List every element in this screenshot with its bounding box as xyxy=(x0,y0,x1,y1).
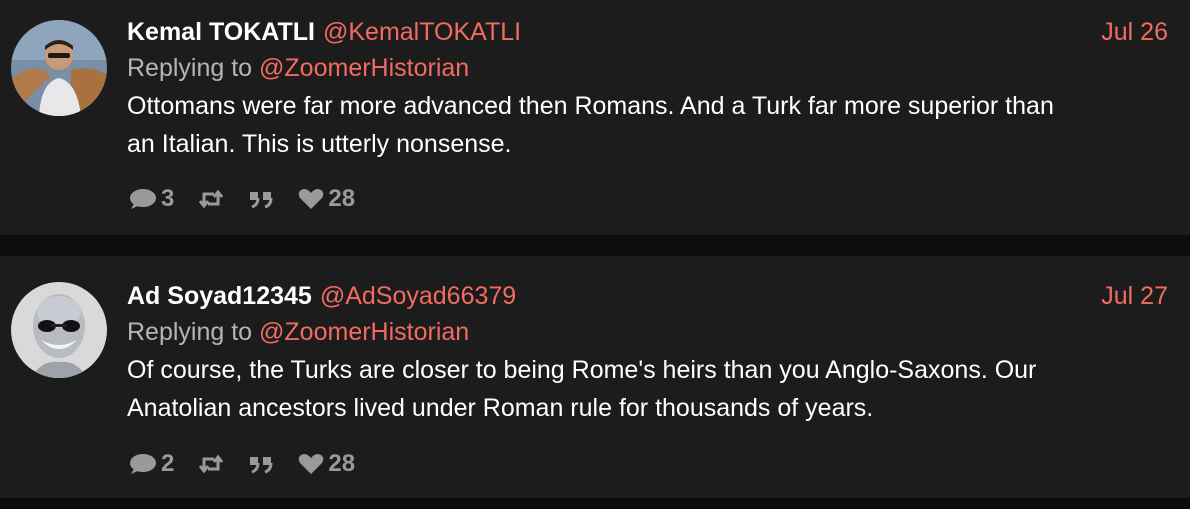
like-button[interactable]: 28 xyxy=(298,450,355,478)
quote-icon xyxy=(250,192,273,209)
tweet-text-line: an Italian. This is utterly nonsense. xyxy=(127,130,512,158)
user-handle[interactable]: @AdSoyad66379 xyxy=(320,282,516,310)
retweet-button[interactable] xyxy=(198,454,224,474)
tweet-date[interactable]: Jul 27 xyxy=(1101,278,1168,314)
tweet-text: Ottomans were far more advanced then Rom… xyxy=(127,87,1168,163)
heart-icon xyxy=(299,454,324,474)
reply-button[interactable]: 2 xyxy=(127,450,174,478)
tweet-card[interactable]: Kemal TOKATLI @KemalTOKATLI Jul 26 Replyi… xyxy=(0,0,1190,235)
tweet-date[interactable]: Jul 26 xyxy=(1101,14,1168,50)
reply-icon xyxy=(130,454,156,474)
tweet-content: Ad Soyad12345 @AdSoyad66379 Jul 27 Replyi… xyxy=(127,278,1168,477)
reply-count: 3 xyxy=(161,185,175,212)
like-count: 28 xyxy=(328,450,356,477)
replying-to: Replying to @ZoomerHistorian xyxy=(127,314,1168,350)
display-name[interactable]: Ad Soyad12345 xyxy=(127,282,312,310)
like-button[interactable]: 28 xyxy=(298,185,355,213)
tweet-actions: 3 28 xyxy=(127,184,379,214)
avatar[interactable] xyxy=(11,20,107,116)
tweet-text-line: Of course, the Turks are closer to being… xyxy=(127,356,1037,384)
tweet-actions: 2 28 xyxy=(127,449,379,479)
user-handle[interactable]: @KemalTOKATLI xyxy=(323,18,521,46)
retweet-icon xyxy=(199,454,224,474)
tweet-text-line: Ottomans were far more advanced then Rom… xyxy=(127,92,1054,120)
retweet-icon xyxy=(199,189,224,209)
quote-icon xyxy=(250,457,273,474)
replying-to-handle[interactable]: @ZoomerHistorian xyxy=(259,318,469,346)
tweet-feed: Kemal TOKATLI @KemalTOKATLI Jul 26 Replyi… xyxy=(0,0,1190,509)
replying-to-handle[interactable]: @ZoomerHistorian xyxy=(259,54,469,82)
retweet-button[interactable] xyxy=(198,189,224,209)
quote-button[interactable] xyxy=(248,454,274,474)
reply-count: 2 xyxy=(161,450,175,477)
quote-button[interactable] xyxy=(248,189,274,209)
tweet-card[interactable]: Ad Soyad12345 @AdSoyad66379 Jul 27 Replyi… xyxy=(0,256,1190,498)
reply-icon xyxy=(130,189,156,209)
tweet-content: Kemal TOKATLI @KemalTOKATLI Jul 26 Replyi… xyxy=(127,14,1168,212)
like-count: 28 xyxy=(328,185,356,212)
replying-to-label: Replying to xyxy=(127,318,253,346)
tweet-text: Of course, the Turks are closer to being… xyxy=(127,351,1168,427)
tweet-header: Kemal TOKATLI @KemalTOKATLI Jul 26 xyxy=(127,14,1168,50)
reply-button[interactable]: 3 xyxy=(127,185,174,213)
tweet-text-line: Anatolian ancestors lived under Roman ru… xyxy=(127,394,874,422)
replying-to-label: Replying to xyxy=(127,54,253,82)
tweet-header: Ad Soyad12345 @AdSoyad66379 Jul 27 xyxy=(127,278,1168,314)
replying-to: Replying to @ZoomerHistorian xyxy=(127,50,1168,86)
heart-icon xyxy=(299,189,324,209)
display-name[interactable]: Kemal TOKATLI xyxy=(127,18,315,46)
avatar[interactable] xyxy=(11,282,107,378)
